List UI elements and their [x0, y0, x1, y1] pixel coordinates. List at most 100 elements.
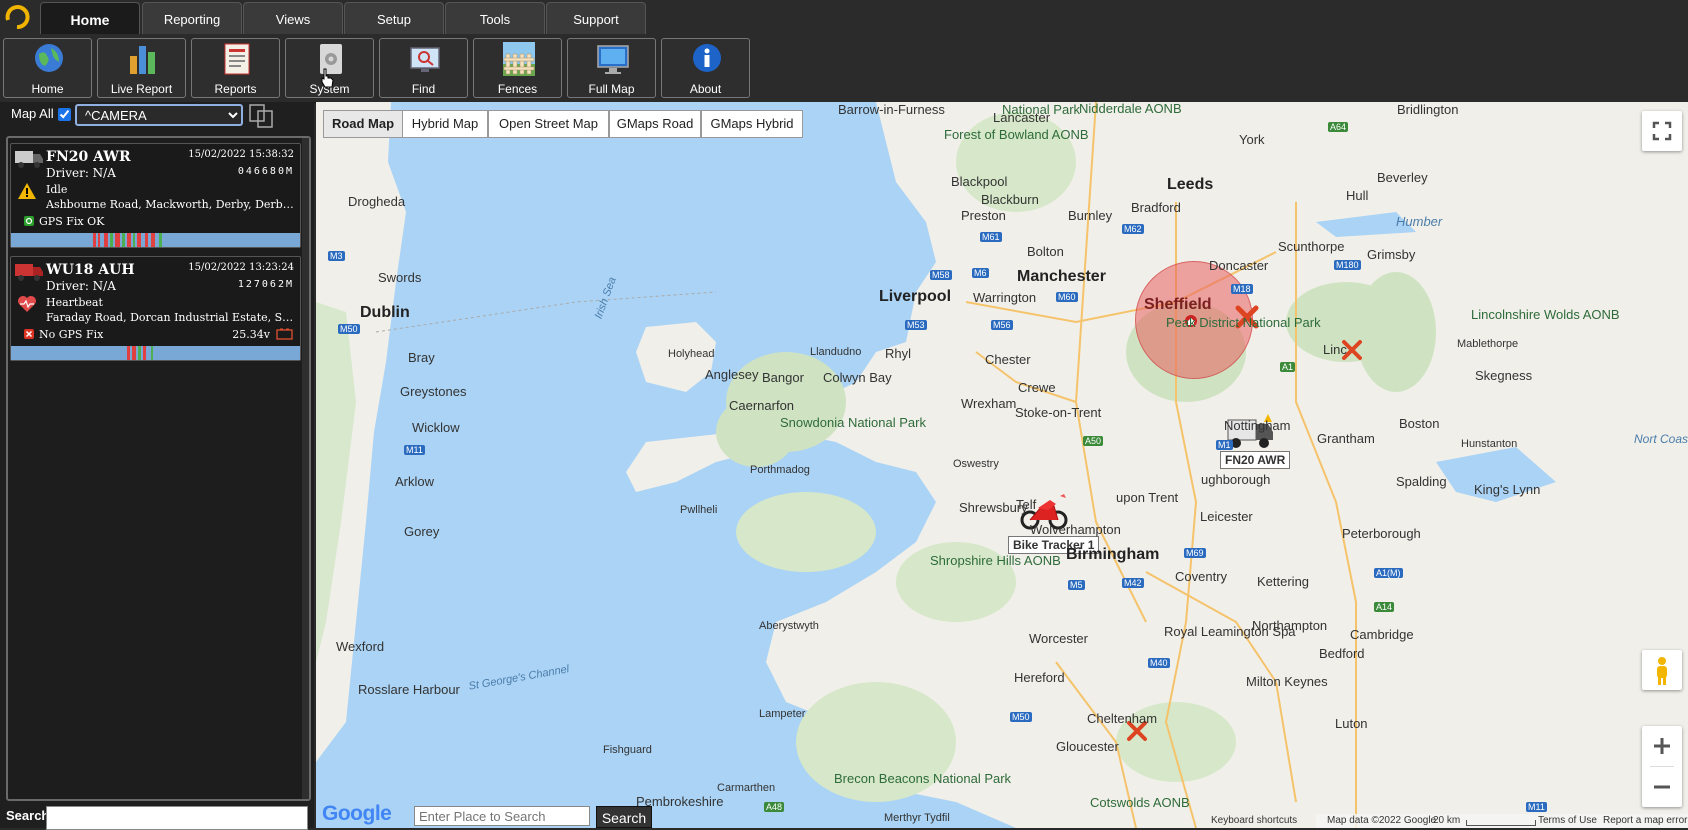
place-label: Leicester: [1200, 509, 1253, 524]
place-label: King's Lynn: [1474, 482, 1541, 497]
place-label: Peterborough: [1342, 526, 1421, 541]
road-badge: M180: [1334, 260, 1361, 270]
bar-chart-icon: [130, 46, 155, 74]
place-label: Forest of Bowland AONB: [944, 127, 1089, 142]
place-label: Coventry: [1175, 569, 1228, 584]
tab-setup[interactable]: Setup: [344, 2, 444, 34]
tab-tools[interactable]: Tools: [445, 2, 545, 34]
place-label: Lampeter: [759, 708, 806, 720]
map-scale-bar: [1466, 820, 1536, 826]
street-view-button[interactable]: [1642, 650, 1682, 690]
tab-support[interactable]: Support: [546, 2, 646, 34]
place-search-input[interactable]: [414, 806, 590, 826]
keyboard-shortcuts-link[interactable]: Keyboard shortcuts: [1211, 815, 1297, 826]
vehicle-voltage: 25.34v: [232, 328, 270, 341]
tab-views[interactable]: Views: [243, 2, 343, 34]
road-badge: A48: [764, 802, 785, 812]
place-label: Doncaster: [1209, 258, 1269, 273]
place-search-button[interactable]: Search: [596, 806, 652, 828]
reports-button[interactable]: Reports: [191, 38, 280, 98]
map-all-label: Map All: [11, 106, 54, 121]
live-report-button-label: Live Report: [110, 82, 173, 96]
place-label: Wicklow: [412, 420, 460, 435]
vehicle-status: Heartbeat: [46, 296, 103, 309]
place-label: Chester: [985, 352, 1031, 367]
place-label: Colwyn Bay: [823, 370, 892, 385]
vehicle-gps-status: GPS Fix OK: [39, 215, 105, 228]
fences-button[interactable]: Fences: [473, 38, 562, 98]
report-map-error-link[interactable]: Report a map error: [1603, 815, 1687, 826]
vehicle-search-input[interactable]: [46, 806, 308, 830]
map-type-road[interactable]: Road Map: [323, 110, 403, 138]
map-all-checkbox[interactable]: [58, 108, 71, 121]
tab-reporting[interactable]: Reporting: [142, 2, 242, 34]
vehicle-card-fn20awr[interactable]: FN20 AWR 15/02/2022 15:38:32 Driver: N/A…: [10, 143, 301, 248]
full-map-button[interactable]: Full Map: [567, 38, 656, 98]
road-badge: A50: [1083, 436, 1104, 446]
place-label: Manchester: [1017, 268, 1106, 285]
vehicle-list-scrollbar[interactable]: [302, 138, 309, 799]
place-label: Arklow: [395, 474, 435, 489]
about-button[interactable]: About: [661, 38, 750, 98]
activity-timeline-bar: [11, 346, 300, 360]
fullscreen-button[interactable]: [1642, 111, 1682, 151]
map-view[interactable]: Sheffield FN20 AWR Bike Tracker 1 Leeds …: [316, 102, 1688, 828]
place-label: Crewe: [1018, 380, 1056, 395]
vehicle-group-select[interactable]: ^CAMERA: [75, 104, 243, 126]
place-label: Caernarfon: [729, 398, 795, 413]
road-badge: M40: [1148, 658, 1170, 668]
map-type-gmaps-road[interactable]: GMaps Road: [609, 110, 701, 138]
vehicle-address: Faraday Road, Dorcan Industrial Estate, …: [46, 311, 296, 324]
terms-link[interactable]: Terms of Use: [1538, 815, 1597, 826]
place-label: Spalding: [1396, 474, 1447, 489]
place-label: Peak District National Park: [1166, 315, 1321, 330]
place-label: Bridlington: [1397, 102, 1459, 117]
map-scale-label[interactable]: 20 km: [1433, 815, 1460, 826]
place-label: Beverley: [1377, 170, 1428, 185]
place-label: upon Trent: [1116, 490, 1179, 505]
live-report-button[interactable]: Live Report: [97, 38, 186, 98]
map-type-gmaps-hybrid[interactable]: GMaps Hybrid: [701, 110, 803, 138]
toolbar: Home Live Report Reports System Find Fen…: [0, 34, 1688, 103]
zoom-out-button[interactable]: [1642, 767, 1682, 807]
place-label: Bangor: [762, 370, 804, 385]
place-label: Royal Leamington Spa: [1164, 624, 1296, 639]
place-label: Blackburn: [981, 192, 1039, 207]
truck-icon: [15, 264, 43, 281]
place-label: Shropshire Hills AONB: [930, 553, 1061, 568]
place-label: Blackpool: [951, 174, 1008, 189]
fullscreen-icon: [1652, 121, 1672, 141]
place-label: Rhyl: [885, 346, 912, 361]
road-badge: M50: [1010, 712, 1032, 722]
place-label: Scunthorpe: [1278, 239, 1345, 254]
road-badge: A64: [1328, 122, 1349, 132]
place-label: Nidderdale AONB: [1079, 102, 1182, 116]
full-map-button-label: Full Map: [588, 82, 635, 96]
zoom-in-button[interactable]: [1642, 726, 1682, 766]
map-type-osm[interactable]: Open Street Map: [488, 110, 609, 138]
vehicle-card-wu18auh[interactable]: WU18 AUH 15/02/2022 13:23:24 Driver: N/A…: [10, 256, 301, 361]
place-label: Wrexham: [961, 396, 1017, 411]
place-label: Grimsby: [1367, 247, 1416, 262]
road-badge: M69: [1184, 548, 1206, 558]
road-badge: M42: [1122, 578, 1144, 588]
map-type-hybrid[interactable]: Hybrid Map: [402, 110, 488, 138]
heartbeat-icon: [18, 296, 36, 312]
road-badge: M18: [1231, 284, 1253, 294]
no-gps-icon: [24, 329, 34, 339]
monitor-icon: [597, 45, 629, 74]
place-label: Birmingham: [1066, 546, 1160, 563]
place-label: Rosslare Harbour: [358, 682, 460, 697]
home-button[interactable]: Home: [3, 38, 92, 98]
app-logo-icon[interactable]: [4, 4, 30, 30]
truck-icon: [15, 151, 43, 168]
road-badge: M6: [972, 268, 989, 278]
swap-view-icon[interactable]: [248, 103, 276, 129]
top-nav-bar: Home Reporting Views Setup Tools Support: [0, 0, 1688, 34]
find-button[interactable]: Find: [379, 38, 468, 98]
place-label: Humber: [1396, 214, 1443, 229]
place-label: Hull: [1346, 188, 1369, 203]
place-label: Hereford: [1014, 670, 1065, 685]
tab-home[interactable]: Home: [40, 2, 140, 34]
activity-timeline-bar: [11, 233, 300, 247]
